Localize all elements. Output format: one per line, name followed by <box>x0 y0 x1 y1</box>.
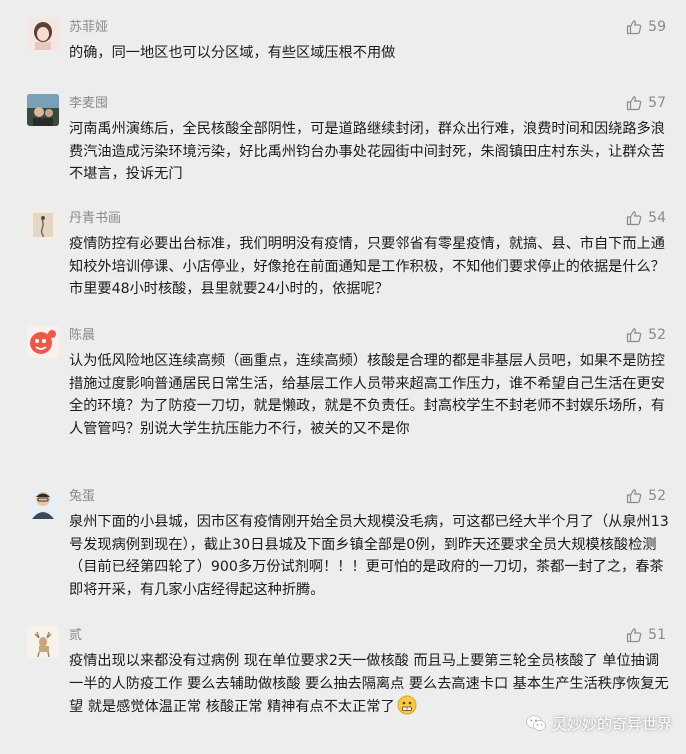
grimace-emoji-icon <box>397 695 417 715</box>
thumbs-up-icon <box>627 96 642 111</box>
comment-item: 苏菲娅 59 的确，同一地区也可以分区域，有些区域压根不用做 <box>0 18 686 68</box>
like-count: 54 <box>648 210 666 226</box>
comment-username[interactable]: 贰 <box>69 628 82 644</box>
comment-text: 认为低风险地区连续高频（画重点，连续高频）核酸是合理的都是非基层人员吧，如果不是… <box>69 353 665 437</box>
comment-text: 泉州下面的小县城，因市区有疫情刚开始全员大规模没毛病，可这都已经大半个月了（从泉… <box>69 514 669 598</box>
thumbs-up-icon <box>627 489 642 504</box>
like-button[interactable]: 52 <box>626 487 666 505</box>
like-count: 59 <box>648 19 666 35</box>
comment-text: 的确，同一地区也可以分区域，有些区域压根不用做 <box>69 45 396 61</box>
like-count: 52 <box>648 327 666 343</box>
comment-item: 丹青书画 54 疫情防控有必要出台标准，我们明明没有疫情，只要邻省有零星疫情，就… <box>0 209 686 299</box>
like-button[interactable]: 51 <box>626 626 666 644</box>
watermark-text: 灵妙妙的奇异世界 <box>551 715 672 733</box>
comment-text: 疫情防控有必要出台标准，我们明明没有疫情，只要邻省有零星疫情，就搞、县、市自下而… <box>69 236 665 297</box>
comment-username[interactable]: 陈晨 <box>69 328 95 344</box>
like-count: 52 <box>648 488 666 504</box>
comment-text-body: 疫情出现以来都没有过病例 现在单位要求2天一做核酸 而且马上要第三轮全员核酸了 … <box>69 653 669 715</box>
avatar[interactable] <box>27 326 59 358</box>
comment-username[interactable]: 苏菲娅 <box>69 20 108 36</box>
comment-username[interactable]: 丹青书画 <box>69 211 121 227</box>
comment-username[interactable]: 兔蛋 <box>69 489 95 505</box>
comment-item: 李麦囤 57 河南禹州演练后，全民核酸全部阴性，可是道路继续封闭，群众出行难，浪… <box>0 94 686 184</box>
avatar[interactable] <box>27 487 59 519</box>
comment-text: 疫情出现以来都没有过病例 现在单位要求2天一做核酸 而且马上要第三轮全员核酸了 … <box>69 650 669 719</box>
comment-item: 陈晨 52 认为低风险地区连续高频（画重点，连续高频）核酸是合理的都是非基层人员… <box>0 326 686 461</box>
like-button[interactable]: 59 <box>626 18 666 36</box>
avatar[interactable] <box>27 626 59 658</box>
avatar[interactable] <box>27 94 59 126</box>
thumbs-up-icon <box>627 328 642 343</box>
thumbs-up-icon <box>627 211 642 226</box>
comment-text: 河南禹州演练后，全民核酸全部阴性，可是道路继续封闭，群众出行难，浪费时间和因绕路… <box>69 121 665 182</box>
wechat-logo-icon <box>526 715 546 731</box>
comment-item: 兔蛋 52 泉州下面的小县城，因市区有疫情刚开始全员大规模没毛病，可这都已经大半… <box>0 487 686 599</box>
like-button[interactable]: 52 <box>626 326 666 344</box>
like-count: 51 <box>648 627 666 643</box>
like-button[interactable]: 54 <box>626 209 666 227</box>
watermark: 灵妙妙的奇异世界 <box>526 713 672 734</box>
like-count: 57 <box>648 95 666 111</box>
avatar[interactable] <box>27 209 59 241</box>
thumbs-up-icon <box>627 628 642 643</box>
like-button[interactable]: 57 <box>626 94 666 112</box>
avatar[interactable] <box>27 18 59 50</box>
comment-username[interactable]: 李麦囤 <box>69 96 108 112</box>
thumbs-up-icon <box>627 20 642 35</box>
